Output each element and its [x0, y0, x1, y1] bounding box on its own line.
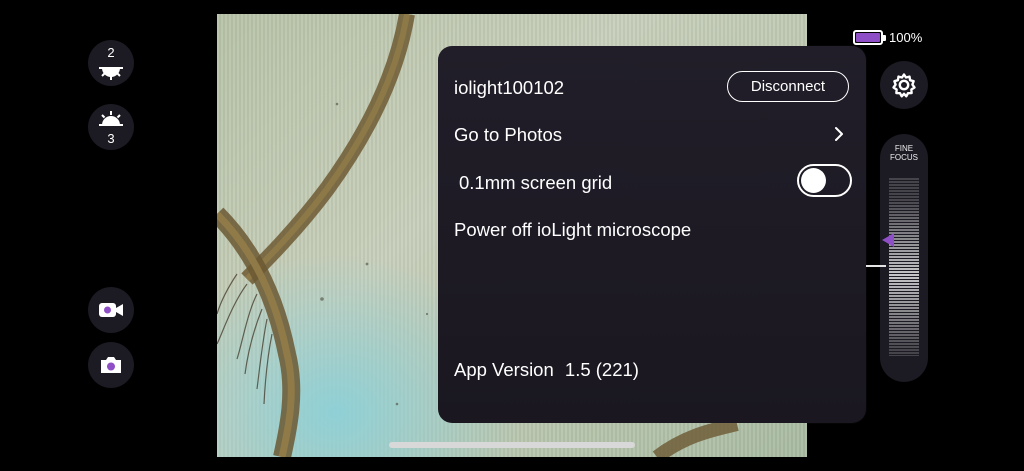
toggle-knob: [801, 168, 826, 193]
top-led-level: 2: [107, 45, 115, 60]
power-off-item[interactable]: Power off ioLight microscope: [454, 219, 691, 241]
bottom-led-level: 3: [107, 131, 115, 146]
photo-capture-button[interactable]: [88, 342, 134, 388]
app-version-value: 1.5 (221): [564, 359, 639, 380]
sunrise-icon: [99, 67, 123, 80]
chevron-right-icon: [835, 127, 843, 141]
fine-focus-label: FINE FOCUS: [890, 144, 918, 162]
battery-status: 100%: [853, 30, 922, 45]
battery-icon: [853, 30, 886, 45]
focus-scale: [889, 178, 919, 356]
device-name: iolight100102: [454, 77, 565, 98]
disconnect-button[interactable]: Disconnect: [727, 71, 849, 102]
sunset-icon: [99, 111, 123, 126]
focus-indicator-line: [866, 265, 886, 267]
video-camera-icon: [99, 303, 123, 317]
settings-popover: iolight100102 Disconnect Go to Photos 0.…: [438, 46, 866, 423]
app-version-label: App Version: [454, 359, 554, 380]
camera-icon: [101, 357, 121, 373]
settings-button[interactable]: [880, 61, 928, 109]
screen-grid-label: 0.1mm screen grid: [459, 172, 613, 193]
gear-icon: [892, 73, 916, 98]
focus-pointer-icon[interactable]: [882, 233, 894, 247]
battery-percent: 100%: [889, 30, 923, 45]
top-led-button[interactable]: 2: [88, 40, 134, 86]
home-indicator[interactable]: [389, 442, 635, 448]
bottom-led-button[interactable]: 3: [88, 104, 134, 150]
screen-grid-toggle[interactable]: [797, 164, 852, 197]
battery-level: [856, 33, 880, 42]
app-version: App Version 1.5 (221): [454, 359, 639, 381]
go-to-photos-item[interactable]: Go to Photos: [454, 124, 562, 146]
video-record-button[interactable]: [88, 287, 134, 333]
fine-focus-slider[interactable]: FINE FOCUS: [880, 134, 928, 382]
